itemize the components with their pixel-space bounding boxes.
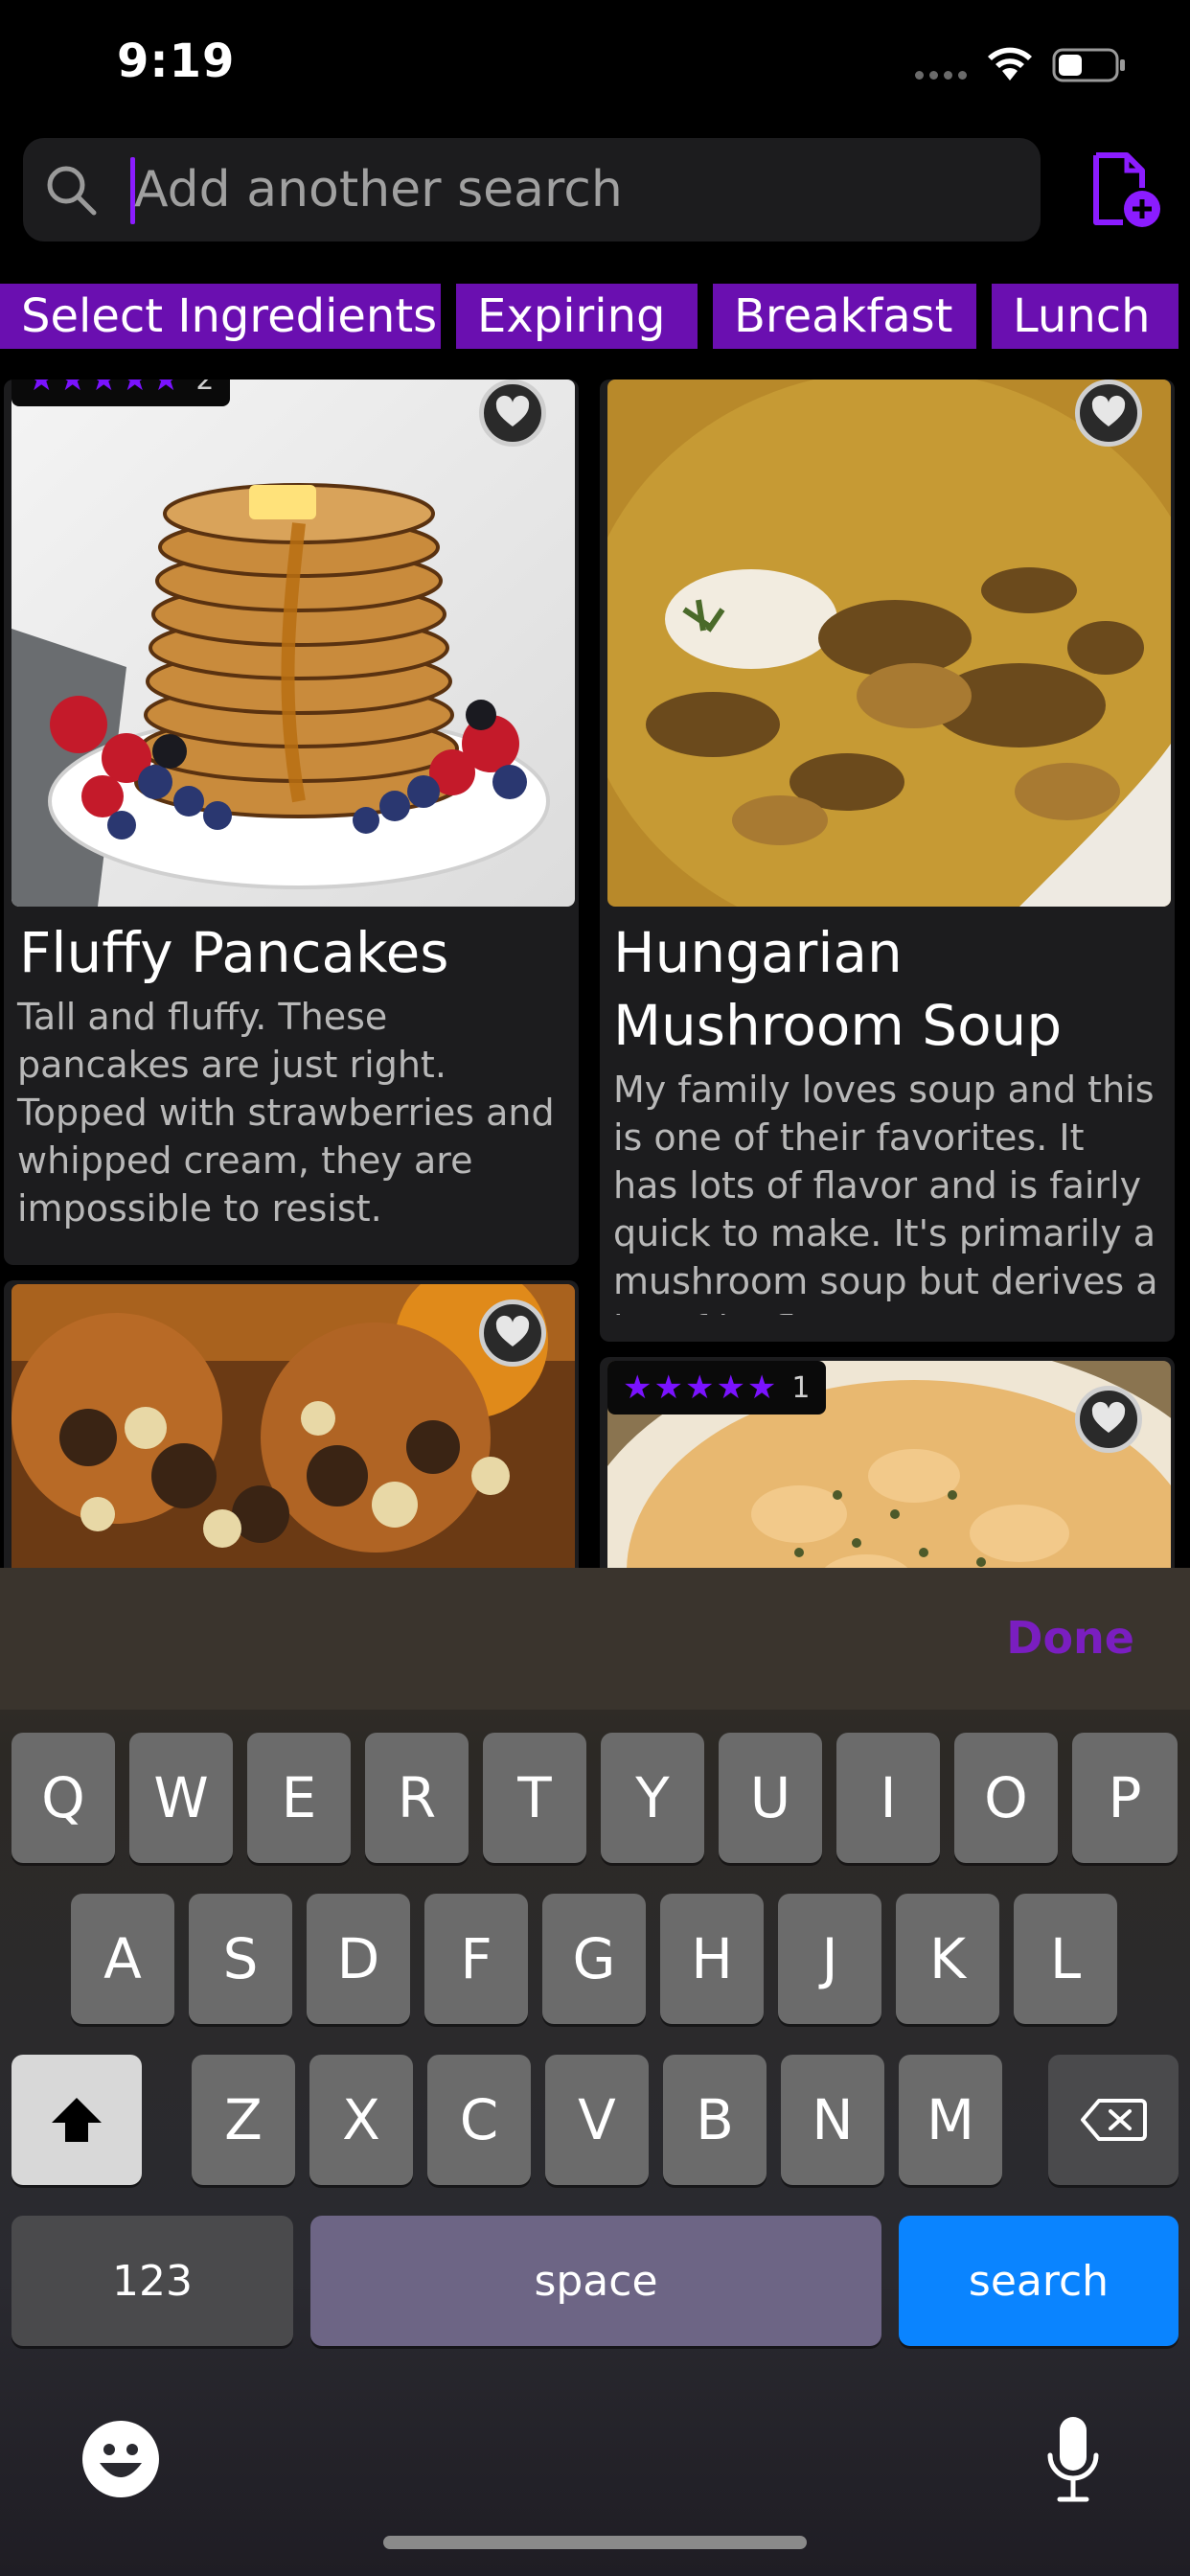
key-i[interactable]: I bbox=[836, 1733, 940, 1863]
key-c[interactable]: C bbox=[427, 2055, 531, 2185]
key-q[interactable]: Q bbox=[11, 1733, 115, 1863]
keyboard-accessory-bar: Done bbox=[0, 1568, 1190, 1710]
key-b[interactable]: B bbox=[663, 2055, 767, 2185]
rating-badge: ★★★★★ 2 bbox=[11, 380, 230, 406]
star-rating: ★★★★★ bbox=[27, 380, 183, 399]
search-input[interactable] bbox=[134, 151, 996, 228]
shift-key[interactable] bbox=[11, 2055, 142, 2185]
key-o[interactable]: O bbox=[954, 1733, 1058, 1863]
rating-badge: ★★★★★ 1 bbox=[607, 1361, 826, 1414]
home-indicator[interactable] bbox=[383, 2536, 807, 2549]
status-time: 9:19 bbox=[117, 34, 236, 88]
recipe-title: Fluffy Pancakes bbox=[19, 920, 449, 985]
backspace-key[interactable] bbox=[1048, 2055, 1179, 2185]
key-p[interactable]: P bbox=[1072, 1733, 1178, 1863]
recipe-title: Hungarian Mushroom Soup bbox=[613, 920, 1063, 1058]
heart-icon bbox=[495, 395, 530, 426]
key-w[interactable]: W bbox=[129, 1733, 233, 1863]
recipe-photo bbox=[607, 380, 1171, 907]
key-s[interactable]: S bbox=[189, 1894, 292, 2024]
key-d[interactable]: D bbox=[307, 1894, 410, 2024]
key-n[interactable]: N bbox=[781, 2055, 884, 2185]
numbers-key[interactable]: 123 bbox=[11, 2216, 293, 2346]
heart-icon bbox=[1091, 1401, 1126, 1433]
backspace-icon bbox=[1081, 2099, 1147, 2141]
emoji-icon[interactable] bbox=[80, 2419, 161, 2499]
recipe-description: Tall and fluffy. These pancakes are just… bbox=[17, 996, 555, 1230]
filter-chips: Select Ingredients Expiring Breakfast Lu… bbox=[0, 284, 1190, 349]
key-k[interactable]: K bbox=[896, 1894, 999, 2024]
chip-select-ingredients[interactable]: Select Ingredients bbox=[0, 284, 441, 349]
key-u[interactable]: U bbox=[719, 1733, 822, 1863]
search-bar[interactable] bbox=[23, 138, 1041, 242]
recipe-card-mushroom-soup[interactable]: Hungarian Mushroom Soup My family loves … bbox=[600, 380, 1175, 1342]
rating-count: 2 bbox=[195, 380, 215, 397]
key-x[interactable]: X bbox=[309, 2055, 413, 2185]
recipe-card-muffins[interactable] bbox=[4, 1280, 579, 1568]
heart-icon bbox=[1091, 395, 1126, 426]
key-g[interactable]: G bbox=[542, 1894, 646, 2024]
key-h[interactable]: H bbox=[660, 1894, 764, 2024]
key-r[interactable]: R bbox=[365, 1733, 469, 1863]
recipe-card-pancakes[interactable]: ★★★★★ 2 Fluffy Pancakes Tall and fluffy.… bbox=[4, 380, 579, 1265]
status-bar: 9:19 bbox=[0, 0, 1190, 129]
favorite-button[interactable] bbox=[1075, 380, 1142, 447]
rating-count: 1 bbox=[791, 1370, 811, 1405]
battery-icon bbox=[1052, 48, 1125, 82]
favorite-button[interactable] bbox=[479, 380, 546, 447]
key-m[interactable]: M bbox=[899, 2055, 1002, 2185]
key-v[interactable]: V bbox=[545, 2055, 649, 2185]
recipe-photo bbox=[11, 380, 575, 907]
microphone-icon[interactable] bbox=[1044, 2415, 1102, 2505]
done-button[interactable]: Done bbox=[1006, 1612, 1134, 1664]
key-l[interactable]: L bbox=[1014, 1894, 1117, 2024]
chip-expiring[interactable]: Expiring bbox=[456, 284, 698, 349]
chip-breakfast[interactable]: Breakfast bbox=[713, 284, 976, 349]
recipe-description: My family loves soup and this is one of … bbox=[613, 1069, 1158, 1315]
recipe-card-pasta[interactable]: ★★★★★ 1 bbox=[600, 1357, 1175, 1568]
key-a[interactable]: A bbox=[71, 1894, 174, 2024]
key-j[interactable]: J bbox=[778, 1894, 881, 2024]
heart-icon bbox=[495, 1315, 530, 1346]
favorite-button[interactable] bbox=[479, 1300, 546, 1367]
recipe-grid: ★★★★★ 2 Fluffy Pancakes Tall and fluffy.… bbox=[0, 380, 1190, 1568]
key-t[interactable]: T bbox=[483, 1733, 586, 1863]
key-y[interactable]: Y bbox=[601, 1733, 704, 1863]
favorite-button[interactable] bbox=[1075, 1386, 1142, 1453]
search-key[interactable]: search bbox=[899, 2216, 1179, 2346]
chip-lunch[interactable]: Lunch bbox=[992, 284, 1179, 349]
shift-icon bbox=[52, 2098, 102, 2142]
space-key[interactable]: space bbox=[310, 2216, 881, 2346]
star-rating: ★★★★★ bbox=[623, 1368, 779, 1407]
search-icon bbox=[47, 166, 97, 216]
wifi-icon bbox=[988, 47, 1032, 80]
key-f[interactable]: F bbox=[424, 1894, 528, 2024]
key-e[interactable]: E bbox=[247, 1733, 351, 1863]
key-z[interactable]: Z bbox=[192, 2055, 295, 2185]
cellular-signal-icon bbox=[915, 71, 967, 80]
keyboard: Done Q W E R T Y U I O P A S D F G H J K… bbox=[0, 1568, 1190, 2576]
add-file-icon[interactable] bbox=[1083, 150, 1163, 230]
